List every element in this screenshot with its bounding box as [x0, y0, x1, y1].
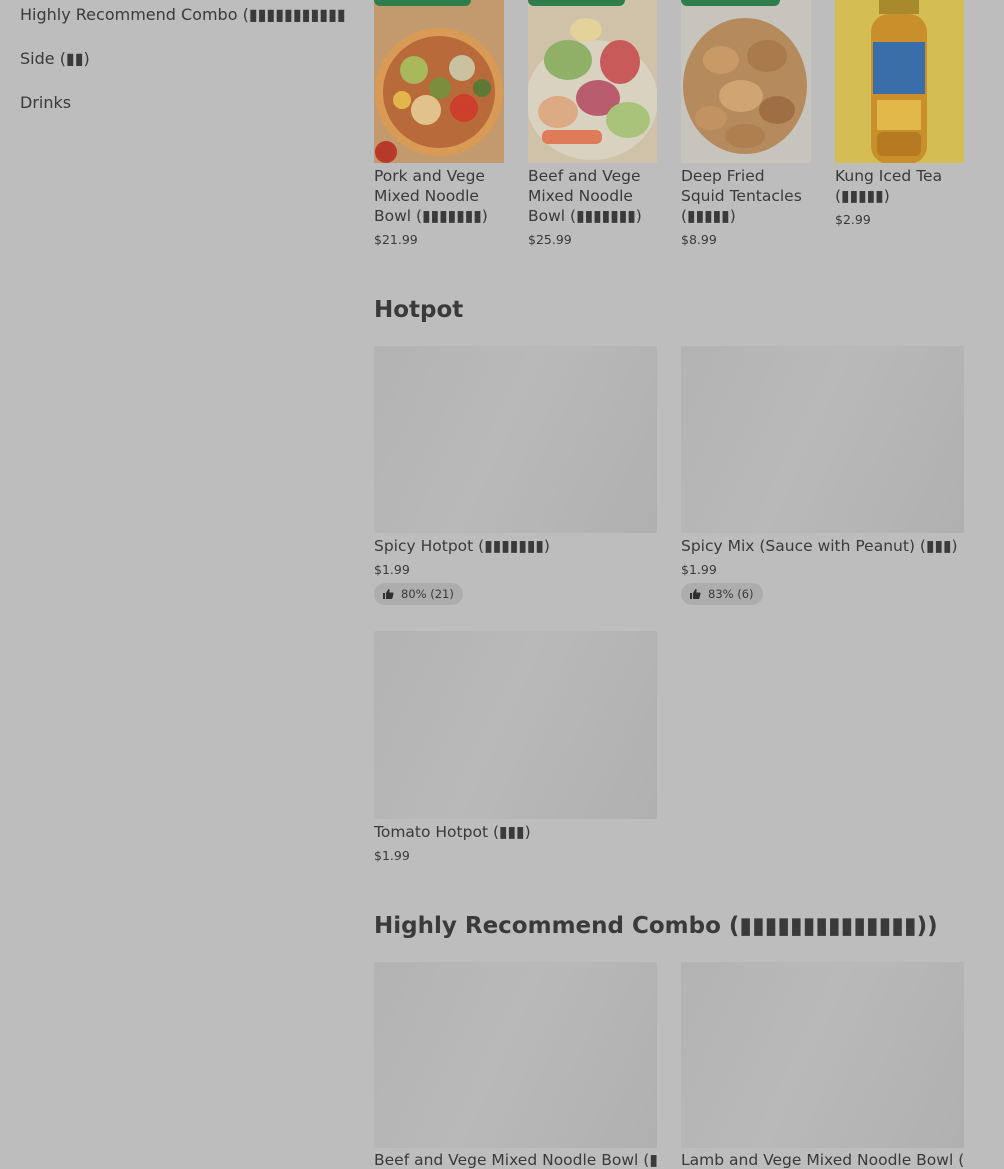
- sidebar-item-highly-recommend-combo[interactable]: Highly Recommend Combo (▮▮▮▮▮▮▮▮▮▮▮: [20, 5, 346, 24]
- item-name: Deep Fried Squid Tentacles (▮▮▮▮▮): [681, 167, 802, 225]
- item-price: $1.99: [681, 562, 717, 577]
- thumbs-up-icon: [690, 589, 701, 599]
- item-image-placeholder: [681, 962, 964, 1148]
- item-image-placeholder: [681, 346, 964, 533]
- item-name: Beef and Vege Mixed Noodle Bowl (▮▮▮▮▮▮▮…: [528, 167, 642, 225]
- item-name: Pork and Vege Mixed Noodle Bowl (▮▮▮▮▮▮▮…: [374, 167, 488, 225]
- item-name: Kung Iced Tea (▮▮▮▮▮): [835, 167, 943, 205]
- promo-badge: [374, 0, 471, 6]
- promo-badge: [681, 0, 780, 6]
- item-price: $21.99: [374, 232, 418, 247]
- thumbs-up-icon: [383, 589, 394, 599]
- noodle-bowl-photo: [374, 0, 504, 163]
- item-image-placeholder: [374, 631, 657, 819]
- sidebar-item-drinks[interactable]: Drinks: [20, 93, 71, 112]
- sidebar-item-side[interactable]: Side (▮▮): [20, 49, 90, 68]
- item-price: $2.99: [835, 212, 871, 227]
- section-title-highly-recommend-combo: Highly Recommend Combo (▮▮▮▮▮▮▮▮▮▮▮▮▮▮)): [374, 913, 938, 939]
- section-title-hotpot: Hotpot: [374, 297, 464, 323]
- item-name: Beef and Vege Mixed Noodle Bowl (▮▮: [374, 1151, 658, 1169]
- promo-badge: [528, 0, 625, 6]
- beef-platter-photo: [528, 0, 657, 163]
- fried-squid-photo: [681, 0, 811, 163]
- item-price: $25.99: [528, 232, 572, 247]
- item-price: $8.99: [681, 232, 717, 247]
- item-name: Spicy Hotpot (▮▮▮▮▮▮▮): [374, 537, 550, 555]
- item-price: $1.99: [374, 848, 410, 863]
- item-name: Spicy Mix (Sauce with Peanut) (▮▮▮): [681, 537, 958, 555]
- rating-badge: 83% (6): [681, 583, 763, 605]
- iced-tea-bottle-photo: [835, 0, 964, 163]
- item-name: Lamb and Vege Mixed Noodle Bowl (▮: [681, 1151, 965, 1169]
- item-image-placeholder: [374, 962, 657, 1148]
- rating-text: 80% (21): [401, 587, 454, 601]
- rating-badge: 80% (21): [374, 583, 463, 605]
- item-name: Tomato Hotpot (▮▮▮): [374, 823, 531, 841]
- rating-text: 83% (6): [708, 587, 754, 601]
- item-image-placeholder: [374, 346, 657, 533]
- item-price: $1.99: [374, 562, 410, 577]
